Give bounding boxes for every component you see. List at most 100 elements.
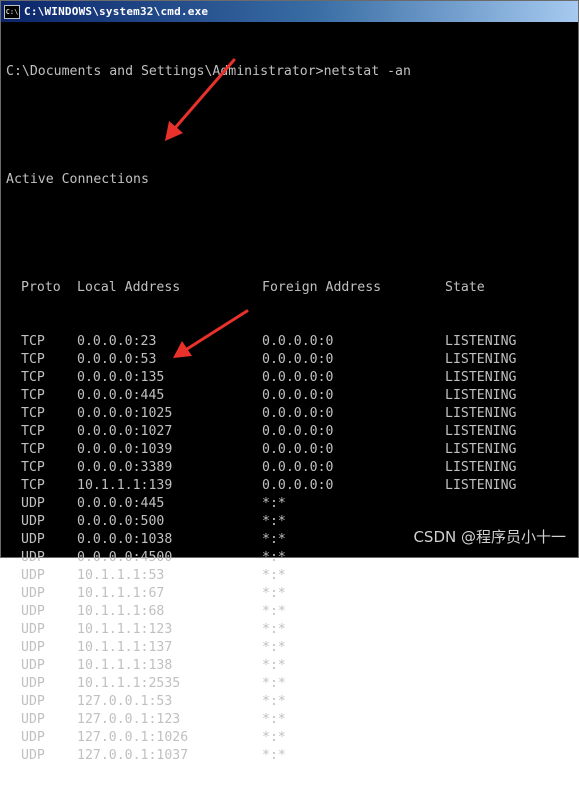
- cell-state: LISTENING: [445, 460, 517, 475]
- cell-state: LISTENING: [445, 424, 517, 439]
- cell-foreign-address: *:*: [262, 496, 286, 511]
- command-prompt-line: C:\Documents and Settings\Administrator>…: [6, 64, 411, 79]
- title-bar[interactable]: C:\ C:\WINDOWS\system32\cmd.exe: [1, 1, 578, 22]
- cell-foreign-address: *:*: [262, 712, 286, 727]
- cell-proto: UDP: [21, 748, 45, 763]
- cell-proto: UDP: [21, 496, 45, 511]
- cell-state: LISTENING: [445, 370, 517, 385]
- cell-local-address: 0.0.0.0:3389: [77, 460, 173, 475]
- table-row: TCP 10.1.1.1:139 0.0.0.0:0 LISTENING: [6, 477, 578, 495]
- table-row: UDP 127.0.0.1:53 *:*: [6, 693, 578, 711]
- table-row: UDP 127.0.0.1:1026 *:*: [6, 729, 578, 747]
- table-row: UDP 10.1.1.1:2535 *:*: [6, 675, 578, 693]
- cell-proto: UDP: [21, 532, 45, 547]
- table-row: TCP 0.0.0.0:1027 0.0.0.0:0 LISTENING: [6, 423, 578, 441]
- cell-foreign-address: *:*: [262, 730, 286, 745]
- header-proto: Proto: [21, 280, 61, 295]
- header-local-address: Local Address: [77, 280, 181, 295]
- cell-foreign-address: 0.0.0.0:0: [262, 388, 334, 403]
- table-row: UDP 127.0.0.1:1037 *:*: [6, 747, 578, 765]
- cell-local-address: 10.1.1.1:139: [77, 478, 173, 493]
- window-title: C:\WINDOWS\system32\cmd.exe: [24, 5, 209, 18]
- cell-foreign-address: *:*: [262, 532, 286, 547]
- cell-proto: UDP: [21, 622, 45, 637]
- cell-local-address: 0.0.0.0:500: [77, 514, 165, 529]
- cmd-window: C:\ C:\WINDOWS\system32\cmd.exe C:\Docum…: [0, 0, 579, 763]
- cell-local-address: 10.1.1.1:67: [77, 586, 165, 601]
- cell-foreign-address: *:*: [262, 640, 286, 655]
- cell-foreign-address: *:*: [262, 676, 286, 691]
- cell-local-address: 0.0.0.0:1025: [77, 406, 173, 421]
- cell-foreign-address: *:*: [262, 514, 286, 529]
- cell-proto: UDP: [21, 550, 45, 565]
- cell-local-address: 10.1.1.1:123: [77, 622, 173, 637]
- cell-state: LISTENING: [445, 478, 517, 493]
- cell-proto: UDP: [21, 604, 45, 619]
- cell-local-address: 0.0.0.0:445: [77, 496, 165, 511]
- cell-foreign-address: *:*: [262, 622, 286, 637]
- cell-local-address: 10.1.1.1:137: [77, 640, 173, 655]
- table-row: UDP 10.1.1.1:53 *:*: [6, 567, 578, 585]
- cell-local-address: 127.0.0.1:1037: [77, 748, 189, 763]
- cell-local-address: 10.1.1.1:138: [77, 658, 173, 673]
- cell-foreign-address: *:*: [262, 748, 286, 763]
- cell-proto: UDP: [21, 694, 45, 709]
- cell-local-address: 127.0.0.1:53: [77, 694, 173, 709]
- table-row: UDP 0.0.0.0:4500 *:*: [6, 549, 578, 567]
- cell-foreign-address: 0.0.0.0:0: [262, 424, 334, 439]
- cell-foreign-address: *:*: [262, 550, 286, 565]
- cell-local-address: 10.1.1.1:68: [77, 604, 165, 619]
- cell-proto: UDP: [21, 658, 45, 673]
- cell-local-address: 0.0.0.0:4500: [77, 550, 173, 565]
- console-output[interactable]: C:\Documents and Settings\Administrator>…: [6, 27, 578, 763]
- cell-state: LISTENING: [445, 352, 517, 367]
- cell-proto: TCP: [21, 352, 45, 367]
- cell-local-address: 0.0.0.0:1038: [77, 532, 173, 547]
- section-title: Active Connections: [6, 172, 149, 187]
- cell-state: LISTENING: [445, 388, 517, 403]
- table-row: TCP 0.0.0.0:53 0.0.0.0:0 LISTENING: [6, 351, 578, 369]
- cell-state: LISTENING: [445, 406, 517, 421]
- cell-proto: TCP: [21, 460, 45, 475]
- table-row: TCP 0.0.0.0:1039 0.0.0.0:0 LISTENING: [6, 441, 578, 459]
- cell-proto: UDP: [21, 730, 45, 745]
- table-row: UDP 10.1.1.1:137 *:*: [6, 639, 578, 657]
- cell-local-address: 0.0.0.0:23: [77, 334, 157, 349]
- cell-foreign-address: 0.0.0.0:0: [262, 334, 334, 349]
- cell-proto: UDP: [21, 568, 45, 583]
- watermark: CSDN @程序员小十一: [413, 528, 566, 546]
- cell-foreign-address: *:*: [262, 694, 286, 709]
- cell-proto: UDP: [21, 514, 45, 529]
- cell-foreign-address: 0.0.0.0:0: [262, 370, 334, 385]
- cell-local-address: 10.1.1.1:2535: [77, 676, 181, 691]
- cell-proto: TCP: [21, 388, 45, 403]
- cell-proto: UDP: [21, 586, 45, 601]
- cell-foreign-address: 0.0.0.0:0: [262, 442, 334, 457]
- cell-proto: UDP: [21, 712, 45, 727]
- cell-foreign-address: *:*: [262, 604, 286, 619]
- table-row: UDP 10.1.1.1:68 *:*: [6, 603, 578, 621]
- cell-foreign-address: 0.0.0.0:0: [262, 460, 334, 475]
- cell-local-address: 127.0.0.1:123: [77, 712, 181, 727]
- table-row: TCP 0.0.0.0:23 0.0.0.0:0 LISTENING: [6, 333, 578, 351]
- cmd-icon: C:\: [4, 4, 20, 19]
- cell-proto: TCP: [21, 334, 45, 349]
- cell-local-address: 0.0.0.0:445: [77, 388, 165, 403]
- table-row: UDP 10.1.1.1:67 *:*: [6, 585, 578, 603]
- cell-foreign-address: 0.0.0.0:0: [262, 352, 334, 367]
- cell-foreign-address: *:*: [262, 568, 286, 583]
- table-row: TCP 0.0.0.0:445 0.0.0.0:0 LISTENING: [6, 387, 578, 405]
- cell-state: LISTENING: [445, 334, 517, 349]
- cell-proto: UDP: [21, 676, 45, 691]
- cell-local-address: 0.0.0.0:1027: [77, 424, 173, 439]
- table-row: TCP 0.0.0.0:3389 0.0.0.0:0 LISTENING: [6, 459, 578, 477]
- header-foreign-address: Foreign Address: [262, 280, 382, 295]
- table-row: TCP 0.0.0.0:1025 0.0.0.0:0 LISTENING: [6, 405, 578, 423]
- cell-foreign-address: *:*: [262, 586, 286, 601]
- header-row: Proto Local Address Foreign Address Stat…: [6, 279, 578, 297]
- cell-foreign-address: 0.0.0.0:0: [262, 478, 334, 493]
- cell-foreign-address: *:*: [262, 658, 286, 673]
- cell-local-address: 127.0.0.1:1026: [77, 730, 189, 745]
